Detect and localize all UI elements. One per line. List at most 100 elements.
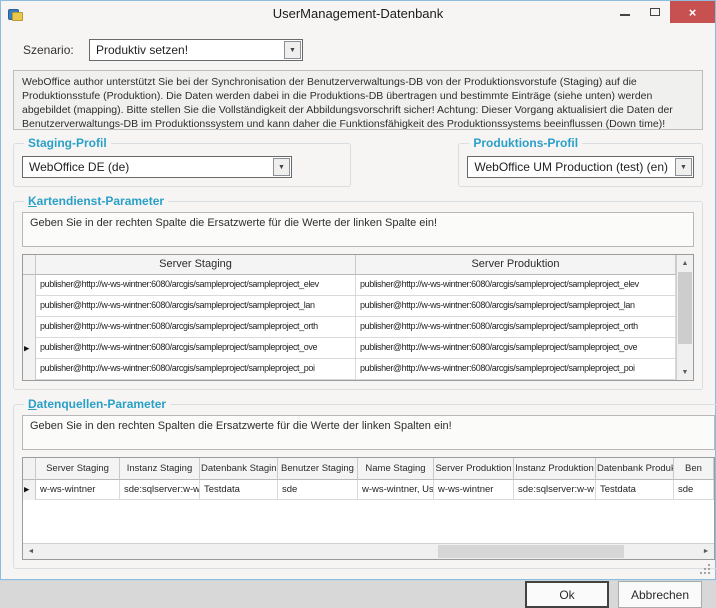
scenario-combobox[interactable]: Produktiv setzen! ▼ bbox=[89, 39, 303, 61]
table-row[interactable]: publisher@http://w-ws-wintner:6080/arcgi… bbox=[23, 275, 693, 296]
maximize-button[interactable] bbox=[640, 1, 670, 23]
cell[interactable]: sde bbox=[278, 480, 358, 500]
production-profile-value: WebOffice UM Production (test) (en) bbox=[468, 157, 674, 177]
row-header-corner bbox=[23, 458, 36, 480]
vertical-scrollbar[interactable]: ▲ ▼ bbox=[676, 255, 693, 380]
row-selector[interactable] bbox=[23, 359, 36, 380]
production-profile-dropdown-button[interactable]: ▼ bbox=[675, 158, 692, 176]
column-header-server-staging[interactable]: Server Staging bbox=[36, 255, 356, 275]
column-header[interactable]: Benutzer Staging bbox=[278, 458, 358, 480]
staging-profile-group: Staging-Profil WebOffice DE (de) ▼ bbox=[13, 136, 351, 187]
mapservice-grid: Server Staging Server Produktion publish… bbox=[22, 254, 694, 381]
row-selector[interactable] bbox=[23, 317, 36, 338]
titlebar: UserManagement-Datenbank × bbox=[1, 1, 715, 28]
cell-server-produktion[interactable]: publisher@http://w-ws-wintner:6080/arcgi… bbox=[356, 296, 676, 317]
production-profile-combobox[interactable]: WebOffice UM Production (test) (en) ▼ bbox=[467, 156, 694, 178]
scrollbar-thumb[interactable] bbox=[678, 272, 692, 344]
production-profile-label: Produktions-Profil bbox=[469, 136, 582, 150]
row-selector[interactable] bbox=[23, 275, 36, 296]
column-header-server-produktion[interactable]: Server Produktion bbox=[356, 255, 676, 275]
cell[interactable]: w-ws-wintner, Us bbox=[358, 480, 434, 500]
table-row[interactable]: publisher@http://w-ws-wintner:6080/arcgi… bbox=[23, 296, 693, 317]
cell[interactable]: w-ws-wintner bbox=[36, 480, 120, 500]
cell-server-produktion[interactable]: publisher@http://w-ws-wintner:6080/arcgi… bbox=[356, 338, 676, 359]
datasource-grid-header: Server Staging Instanz Staging Datenbank… bbox=[23, 458, 714, 480]
cell-server-staging[interactable]: publisher@http://w-ws-wintner:6080/arcgi… bbox=[36, 338, 356, 359]
mapservice-instruction: Geben Sie in der rechten Spalte die Ersa… bbox=[22, 212, 694, 247]
window-controls: × bbox=[610, 1, 715, 23]
cell-server-staging[interactable]: publisher@http://w-ws-wintner:6080/arcgi… bbox=[36, 275, 356, 296]
datasource-grid: Server Staging Instanz Staging Datenbank… bbox=[22, 457, 715, 560]
datasource-params-label: Datenquellen-Parameter bbox=[24, 397, 170, 411]
column-header[interactable]: Datenbank Stagin bbox=[200, 458, 278, 480]
button-row: Ok Abbrechen bbox=[13, 581, 703, 608]
table-row[interactable]: publisher@http://w-ws-wintner:6080/arcgi… bbox=[23, 317, 693, 338]
scroll-left-icon[interactable]: ◄ bbox=[23, 544, 39, 559]
minimize-button[interactable] bbox=[610, 1, 640, 23]
datasource-instruction: Geben Sie in den rechten Spalten die Ers… bbox=[22, 415, 715, 450]
cancel-button[interactable]: Abbrechen bbox=[618, 581, 702, 608]
row-selector[interactable] bbox=[23, 296, 36, 317]
row-selector-current[interactable]: ▶ bbox=[23, 480, 36, 500]
production-profile-group: Produktions-Profil WebOffice UM Producti… bbox=[458, 136, 703, 187]
scroll-right-icon[interactable]: ► bbox=[698, 544, 714, 559]
staging-profile-combobox[interactable]: WebOffice DE (de) ▼ bbox=[22, 156, 292, 178]
cell[interactable]: w-ws-wintner bbox=[434, 480, 514, 500]
cell[interactable]: Testdata bbox=[596, 480, 674, 500]
column-header[interactable]: Instanz Produktion bbox=[514, 458, 596, 480]
table-row[interactable]: publisher@http://w-ws-wintner:6080/arcgi… bbox=[23, 359, 693, 380]
cell[interactable]: Testdata bbox=[200, 480, 278, 500]
chevron-down-icon: ▼ bbox=[680, 164, 687, 171]
cell-server-staging[interactable]: publisher@http://w-ws-wintner:6080/arcgi… bbox=[36, 359, 356, 380]
scenario-dropdown-button[interactable]: ▼ bbox=[284, 41, 301, 59]
dialog-client: Szenario: Produktiv setzen! ▼ WebOffice … bbox=[1, 28, 715, 608]
close-button[interactable]: × bbox=[670, 1, 715, 23]
ok-button[interactable]: Ok bbox=[525, 581, 609, 608]
minimize-icon bbox=[620, 14, 630, 16]
window-title: UserManagement-Datenbank bbox=[1, 6, 715, 21]
column-header[interactable]: Name Staging bbox=[358, 458, 434, 480]
table-row-current[interactable]: ▶ publisher@http://w-ws-wintner:6080/arc… bbox=[23, 338, 693, 359]
scenario-label: Szenario: bbox=[23, 43, 89, 57]
mapservice-grid-body: publisher@http://w-ws-wintner:6080/arcgi… bbox=[23, 275, 693, 380]
staging-profile-value: WebOffice DE (de) bbox=[23, 157, 272, 177]
datasource-params-group: Datenquellen-Parameter Geben Sie in den … bbox=[13, 397, 716, 569]
cell-server-staging[interactable]: publisher@http://w-ws-wintner:6080/arcgi… bbox=[36, 317, 356, 338]
cell-server-produktion[interactable]: publisher@http://w-ws-wintner:6080/arcgi… bbox=[356, 317, 676, 338]
column-header[interactable]: Server Staging bbox=[36, 458, 120, 480]
cell-server-staging[interactable]: publisher@http://w-ws-wintner:6080/arcgi… bbox=[36, 296, 356, 317]
horizontal-scrollbar[interactable]: ◄ ► bbox=[23, 543, 714, 559]
cell[interactable]: sde bbox=[674, 480, 714, 500]
table-row-current[interactable]: ▶ w-ws-wintner sde:sqlserver:w-w Testdat… bbox=[23, 480, 714, 500]
column-header[interactable]: Server Produktion bbox=[434, 458, 514, 480]
scrollbar-thumb[interactable] bbox=[438, 545, 625, 558]
mapservice-grid-header: Server Staging Server Produktion bbox=[23, 255, 693, 275]
mapservice-params-group: Kartendienst-Parameter Geben Sie in der … bbox=[13, 194, 703, 390]
mapservice-params-label: Kartendienst-Parameter bbox=[24, 194, 168, 208]
profiles-row: Staging-Profil WebOffice DE (de) ▼ Produ… bbox=[13, 136, 703, 187]
column-header[interactable]: Instanz Staging bbox=[120, 458, 200, 480]
chevron-down-icon: ▼ bbox=[278, 164, 285, 171]
row-header-corner bbox=[23, 255, 36, 275]
maximize-icon bbox=[650, 8, 660, 16]
staging-profile-label: Staging-Profil bbox=[24, 136, 111, 150]
dialog-window: UserManagement-Datenbank × Szenario: Pro… bbox=[0, 0, 716, 580]
scroll-up-icon[interactable]: ▲ bbox=[677, 255, 693, 271]
row-selector-current[interactable]: ▶ bbox=[23, 338, 36, 359]
cell[interactable]: sde:sqlserver:w-w bbox=[514, 480, 596, 500]
current-row-icon: ▶ bbox=[24, 487, 29, 494]
scenario-value: Produktiv setzen! bbox=[90, 40, 283, 60]
column-header[interactable]: Datenbank Produk bbox=[596, 458, 674, 480]
resize-grip-icon[interactable] bbox=[708, 572, 710, 574]
cell[interactable]: sde:sqlserver:w-w bbox=[120, 480, 200, 500]
column-header[interactable]: Ben bbox=[674, 458, 714, 480]
cell-server-produktion[interactable]: publisher@http://w-ws-wintner:6080/arcgi… bbox=[356, 275, 676, 296]
chevron-down-icon: ▼ bbox=[289, 47, 296, 54]
scenario-row: Szenario: Produktiv setzen! ▼ bbox=[23, 39, 703, 61]
scroll-down-icon[interactable]: ▼ bbox=[677, 364, 693, 380]
cell-server-produktion[interactable]: publisher@http://w-ws-wintner:6080/arcgi… bbox=[356, 359, 676, 380]
staging-profile-dropdown-button[interactable]: ▼ bbox=[273, 158, 290, 176]
close-icon: × bbox=[689, 5, 697, 20]
current-row-icon: ▶ bbox=[24, 345, 29, 352]
description-panel: WebOffice author unterstützt Sie bei der… bbox=[13, 70, 703, 130]
